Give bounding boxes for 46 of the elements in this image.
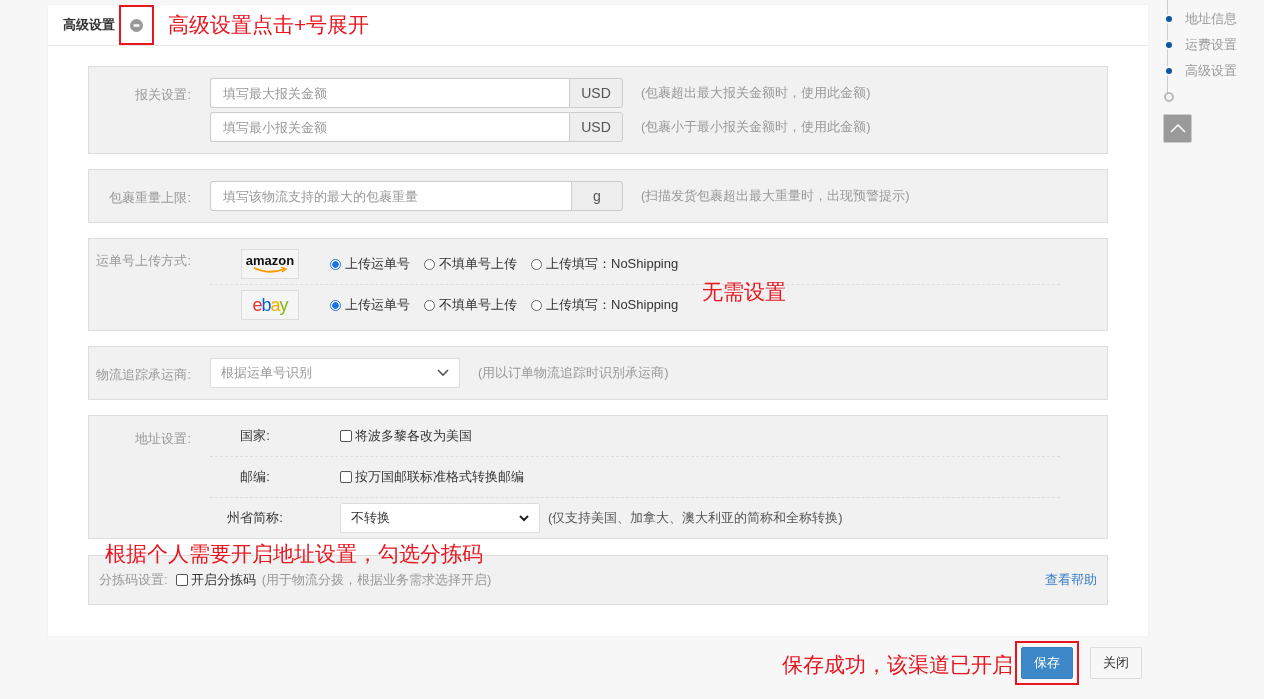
unit-addon: g <box>571 181 623 211</box>
weight-field[interactable]: 填写该物流支持的最大的包裹重量 <box>210 181 571 211</box>
annotation-text: 高级设置点击+号展开 <box>168 12 370 38</box>
field-label: 邮编: <box>239 468 271 486</box>
radio-option[interactable]: 上传填写：NoShipping <box>531 296 679 314</box>
hint-text: (包裹超出最大报关金额时，使用此金额) <box>641 84 871 102</box>
checkbox-option[interactable]: 开启分拣码 <box>175 571 256 589</box>
checkbox-option[interactable]: 将波多黎各改为美国 <box>340 427 472 445</box>
field-label: 包裹重量上限: <box>108 189 191 207</box>
annotation-text: 保存成功，该渠道已开启 <box>782 652 1013 678</box>
radio-option[interactable]: 上传运单号 <box>330 296 410 314</box>
close-button[interactable]: 关闭 <box>1090 647 1142 679</box>
chevron-up-icon <box>1169 124 1186 133</box>
radio-option[interactable]: 不填单号上传 <box>424 296 517 314</box>
unit-addon: USD <box>569 112 623 142</box>
hint-text: (用于物流分拨，根据业务需求选择开启) <box>261 571 492 589</box>
chevron-down-icon <box>437 369 449 377</box>
abbreviation-select[interactable]: 不转换 <box>340 503 540 533</box>
field-label: 物流追踪承运商: <box>95 366 191 384</box>
hint-text: (扫描发货包裹超出最大重量时，出现预警提示) <box>641 187 910 205</box>
collapse-icon[interactable] <box>130 18 143 32</box>
hint-text: (仅支持美国、加拿大、澳大利亚的简称和全称转换) <box>548 509 843 527</box>
unit-addon: USD <box>569 78 623 108</box>
field-label: 分拣码设置: <box>99 571 168 589</box>
amount-field[interactable]: 填写最大报关金额 <box>210 78 569 108</box>
hint-text: (包裹小于最小报关金额时，使用此金额) <box>641 118 871 136</box>
annotation-text: 根据个人需要开启地址设置，勾选分拣码 <box>105 541 483 567</box>
field-label: 州省简称: <box>226 509 284 527</box>
field-label: 地址设置: <box>134 430 191 448</box>
hint-text: (用以订单物流追踪时识别承运商) <box>478 364 669 382</box>
save-button[interactable]: 保存 <box>1021 647 1073 679</box>
radio-option[interactable]: 上传填写：NoShipping <box>531 255 679 273</box>
back-to-top-button[interactable] <box>1163 114 1192 143</box>
chevron-down-icon <box>519 514 529 522</box>
annotation-text: 无需设置 <box>702 279 787 305</box>
field-label: 运单号上传方式: <box>95 252 191 270</box>
radio-option[interactable]: 不填单号上传 <box>424 255 517 273</box>
amount-field[interactable]: 填写最小报关金额 <box>210 112 569 142</box>
radio-option[interactable]: 上传运单号 <box>330 255 410 273</box>
help-link[interactable]: 查看帮助 <box>1045 571 1097 589</box>
field-label: 国家: <box>239 427 271 445</box>
checkbox-option[interactable]: 按万国邮联标准格式转换邮编 <box>340 468 524 486</box>
platform-logo: amazon <box>241 249 299 279</box>
section-title: 高级设置 <box>63 16 115 34</box>
platform-logo: ebay <box>241 290 299 320</box>
field-label: 报关设置: <box>134 86 191 104</box>
